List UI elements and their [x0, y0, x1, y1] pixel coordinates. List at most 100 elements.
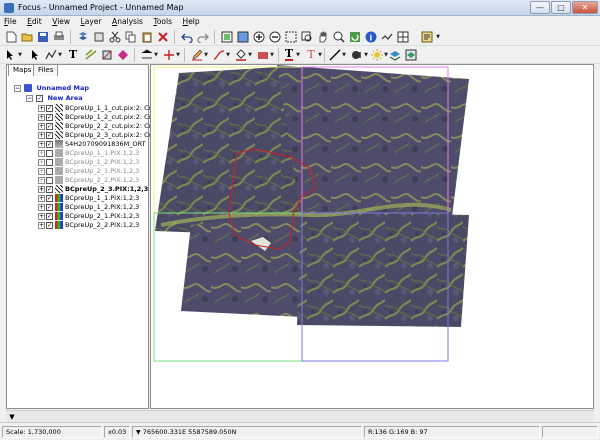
tree-item-map[interactable]: − Unnamed Map — [14, 84, 89, 93]
collapse-icon[interactable]: − — [14, 84, 21, 92]
status-coordinates[interactable]: ▼ 765600.331E 5587589.050N — [132, 426, 362, 438]
tree-item-layer[interactable]: + ✓ BCpreUp_1_2_cut.pix:2: Cut — [38, 113, 155, 122]
settings-icon[interactable] — [420, 30, 434, 44]
tree-item-layer[interactable]: + ✓ BCpreUp_2_2_cut.pix:2: Cut — [38, 122, 155, 131]
font-dropdown-icon[interactable]: ▼ — [316, 48, 324, 62]
tree-item-layer[interactable]: + BCpreUp_2_2.PIX:1,2,3 — [38, 176, 139, 185]
visibility-checkbox[interactable]: ✓ — [46, 221, 53, 229]
paste-icon[interactable] — [140, 30, 154, 44]
print-icon[interactable] — [52, 30, 66, 44]
menu-layer[interactable]: Layer — [77, 16, 106, 28]
tree-item-layer[interactable]: + ✓ BCpreUp_1_1.PIX:1,2,3 — [38, 194, 139, 203]
arrow-icon[interactable] — [28, 48, 42, 62]
menu-edit[interactable]: Edit — [23, 16, 46, 28]
expand-icon[interactable]: + — [38, 104, 45, 112]
curve-dropdown-icon[interactable]: ▼ — [224, 48, 232, 62]
expand-icon[interactable]: + — [38, 167, 45, 175]
tree-item-layer[interactable]: + ✓ S4H20709091836M_ORT — [38, 140, 146, 149]
expand-icon[interactable]: + — [38, 176, 45, 184]
paint-dropdown-icon[interactable]: ▼ — [246, 48, 254, 62]
pointer-dropdown-icon[interactable]: ▼ — [16, 48, 24, 62]
maximize-button[interactable]: □ — [551, 1, 571, 14]
pencil-dropdown-icon[interactable]: ▼ — [202, 48, 210, 62]
menu-help[interactable]: Help — [179, 16, 204, 28]
layers-stack-icon[interactable] — [92, 30, 106, 44]
down-arrow-icon[interactable]: ▼ — [7, 412, 17, 422]
expand-icon[interactable]: + — [38, 131, 45, 139]
visibility-checkbox[interactable]: ✓ — [46, 194, 53, 202]
text-color-dropdown-icon[interactable]: ▼ — [294, 48, 302, 62]
bottom-scroll-strip[interactable]: ▼ — [6, 410, 594, 422]
visibility-checkbox[interactable]: ✓ — [46, 104, 53, 112]
visibility-checkbox[interactable]: ✓ — [46, 185, 53, 193]
visibility-checkbox[interactable]: ✓ — [46, 203, 53, 211]
expand-icon[interactable]: + — [38, 203, 45, 211]
expand-icon[interactable]: + — [38, 194, 45, 202]
vertex-icon[interactable] — [116, 48, 130, 62]
refresh-icon[interactable] — [348, 30, 362, 44]
expand-icon[interactable]: + — [38, 221, 45, 229]
map-canvas[interactable] — [150, 64, 594, 409]
pan-icon[interactable] — [316, 30, 330, 44]
expand-icon[interactable]: + — [38, 113, 45, 121]
visibility-checkbox[interactable]: ✓ — [46, 131, 53, 139]
visibility-checkbox[interactable] — [46, 176, 53, 184]
visibility-checkbox[interactable]: ✓ — [46, 122, 53, 130]
bulb-dropdown-icon[interactable]: ▼ — [362, 48, 370, 62]
zoom-out-icon[interactable] — [268, 30, 282, 44]
open-folder-icon[interactable] — [20, 30, 34, 44]
expand-icon[interactable]: + — [38, 212, 45, 220]
tab-files[interactable]: Files — [33, 64, 59, 76]
zoom-in-icon[interactable] — [252, 30, 266, 44]
menu-view[interactable]: View — [48, 16, 74, 28]
copy-icon[interactable] — [124, 30, 138, 44]
redo-icon[interactable] — [196, 30, 210, 44]
new-file-icon[interactable] — [4, 30, 18, 44]
tree-item-layer[interactable]: + BCpreUp_2_1.PIX:1,2,3 — [38, 167, 139, 176]
undo-icon[interactable] — [180, 30, 194, 44]
visibility-checkbox[interactable]: ✓ — [46, 212, 53, 220]
delete-icon[interactable] — [156, 30, 170, 44]
cut-icon[interactable] — [108, 30, 122, 44]
tree-item-layer[interactable]: + ✓ BCpreUp_1_2.PIX:1,2,3 — [38, 203, 139, 212]
tree-item-layer[interactable]: + ✓ BCpreUp_2_3_cut.pix:2: Cut — [38, 131, 155, 140]
save-icon[interactable] — [36, 30, 50, 44]
expand-icon[interactable]: + — [38, 185, 45, 193]
tree-item-layer[interactable]: + BCpreUp_1_2.PIX:1,2,3 — [38, 158, 139, 167]
minimize-button[interactable]: — — [530, 1, 550, 14]
expand-icon[interactable]: + — [38, 140, 45, 148]
zoom-box-icon[interactable] — [284, 30, 298, 44]
layers-icon[interactable] — [404, 48, 418, 62]
zoom-layer-extent-icon[interactable] — [332, 30, 346, 44]
polyline-dropdown-icon[interactable]: ▼ — [56, 48, 64, 62]
menu-tools[interactable]: Tools — [150, 16, 176, 28]
visibility-checkbox[interactable]: ✓ — [46, 113, 53, 121]
line-dropdown-icon[interactable]: ▼ — [340, 48, 348, 62]
settings-dropdown-icon[interactable]: ▼ — [434, 30, 442, 44]
grid-icon[interactable] — [396, 30, 410, 44]
coords-dropdown-icon[interactable]: ▼ — [136, 429, 141, 436]
visibility-checkbox[interactable] — [46, 149, 53, 157]
text-icon[interactable]: T — [66, 48, 80, 62]
reshape-icon[interactable] — [84, 48, 98, 62]
link-icon[interactable] — [380, 30, 394, 44]
tree-item-layer-selected[interactable]: + ✓ BCpreUp_2_3.PIX:1,2,3 — [38, 185, 148, 194]
zoom-fit-icon[interactable] — [220, 30, 234, 44]
expand-icon[interactable]: + — [38, 149, 45, 157]
layer-icon[interactable] — [76, 30, 90, 44]
stack-icon[interactable] — [388, 48, 402, 62]
tree-item-layer[interactable]: + ✓ BCpreUp_2_2.PIX:1,2,3 — [38, 221, 139, 230]
zoom-layer-icon[interactable] — [300, 30, 314, 44]
line-style-dropdown-icon[interactable]: ▼ — [152, 48, 160, 62]
visibility-checkbox[interactable]: ✓ — [36, 94, 44, 102]
menu-file[interactable]: File — [0, 16, 21, 28]
tree-item-layer[interactable]: + ✓ BCpreUp_2_1.PIX:1,2,3 — [38, 212, 139, 221]
visibility-checkbox[interactable] — [46, 158, 53, 166]
visibility-checkbox[interactable]: ✓ — [46, 140, 53, 148]
info-icon[interactable]: i — [364, 30, 378, 44]
tree-item-layer[interactable]: + ✓ BCpreUp_1_1_cut.pix:2: Cut — [38, 104, 155, 113]
visibility-checkbox[interactable] — [46, 167, 53, 175]
crosshair-dropdown-icon[interactable]: ▼ — [174, 48, 182, 62]
expand-icon[interactable]: + — [38, 158, 45, 166]
close-button[interactable]: ✕ — [572, 1, 598, 14]
